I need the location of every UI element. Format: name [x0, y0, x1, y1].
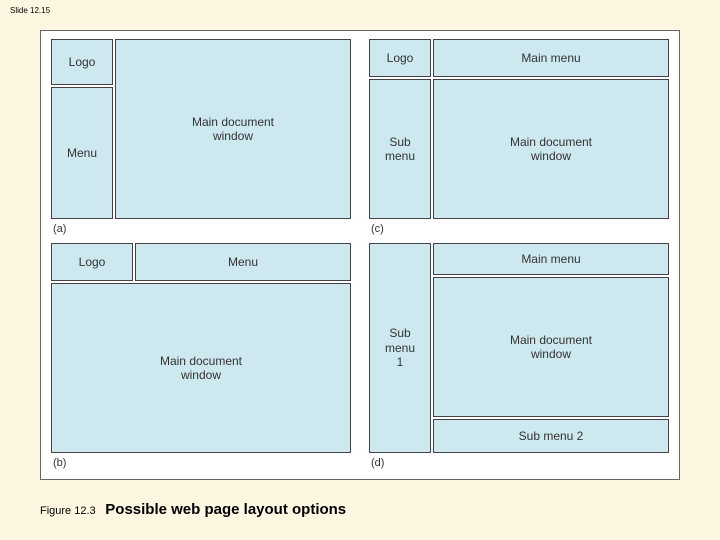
box-menu: Menu	[51, 87, 113, 219]
box-main-menu: Main menu	[433, 243, 669, 275]
box-sub-menu: Submenu	[369, 79, 431, 219]
box-logo: Logo	[369, 39, 431, 77]
box-sub-menu-2: Sub menu 2	[433, 419, 669, 453]
layout-grid: Logo Menu Main documentwindow (a) Logo M…	[51, 39, 669, 471]
figure-title: Possible web page layout options	[105, 501, 346, 518]
diagram-b: Logo Menu Main documentwindow	[51, 243, 351, 453]
figure-number: Figure 12.3	[40, 505, 96, 517]
panel-d: Submenu1 Main menu Main documentwindow S…	[369, 243, 669, 471]
panel-letter-b: (b)	[51, 453, 351, 471]
box-logo: Logo	[51, 243, 133, 281]
panel-letter-a: (a)	[51, 219, 351, 237]
panel-c: Logo Main menu Submenu Main documentwind…	[369, 39, 669, 237]
figure-frame: Logo Menu Main documentwindow (a) Logo M…	[40, 30, 680, 480]
box-menu: Menu	[135, 243, 351, 281]
box-logo: Logo	[51, 39, 113, 85]
box-main-document: Main documentwindow	[51, 283, 351, 453]
panel-letter-c: (c)	[369, 219, 669, 237]
box-main-document: Main documentwindow	[433, 277, 669, 417]
box-main-menu: Main menu	[433, 39, 669, 77]
panel-a: Logo Menu Main documentwindow (a)	[51, 39, 351, 237]
panel-letter-d: (d)	[369, 453, 669, 471]
panel-b: Logo Menu Main documentwindow (b)	[51, 243, 351, 471]
box-sub-menu-1: Submenu1	[369, 243, 431, 453]
figure-caption: Figure 12.3 Possible web page layout opt…	[40, 501, 346, 518]
diagram-a: Logo Menu Main documentwindow	[51, 39, 351, 219]
diagram-c: Logo Main menu Submenu Main documentwind…	[369, 39, 669, 219]
diagram-d: Submenu1 Main menu Main documentwindow S…	[369, 243, 669, 453]
box-main-document: Main documentwindow	[115, 39, 351, 219]
slide-number: Slide 12.15	[10, 6, 50, 15]
box-main-document: Main documentwindow	[433, 79, 669, 219]
